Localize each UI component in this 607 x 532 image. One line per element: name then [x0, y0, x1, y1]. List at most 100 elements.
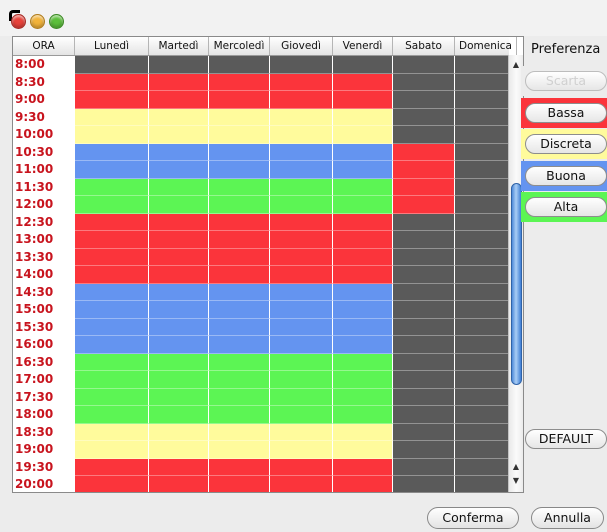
schedule-cell[interactable] — [333, 283, 393, 301]
scroll-up-arrow-icon[interactable]: ▲ — [511, 461, 521, 473]
schedule-cell[interactable] — [209, 108, 270, 126]
schedule-cell[interactable] — [209, 213, 270, 231]
schedule-cell[interactable] — [333, 196, 393, 214]
schedule-cell[interactable] — [393, 371, 455, 389]
schedule-cell[interactable] — [209, 231, 270, 249]
schedule-cell[interactable] — [209, 161, 270, 179]
schedule-cell[interactable] — [333, 91, 393, 109]
schedule-cell[interactable] — [333, 213, 393, 231]
schedule-cell[interactable] — [149, 108, 209, 126]
schedule-cell[interactable] — [393, 91, 455, 109]
schedule-cell[interactable] — [75, 336, 149, 354]
schedule-cell[interactable] — [149, 213, 209, 231]
scroll-up-arrow-icon[interactable]: ▲ — [511, 59, 521, 71]
schedule-cell[interactable] — [333, 458, 393, 476]
schedule-cell[interactable] — [209, 283, 270, 301]
schedule-cell[interactable] — [270, 388, 333, 406]
schedule-cell[interactable] — [149, 231, 209, 249]
schedule-cell[interactable] — [209, 73, 270, 91]
schedule-cell[interactable] — [393, 126, 455, 144]
schedule-cell[interactable] — [149, 178, 209, 196]
schedule-cell[interactable] — [75, 458, 149, 476]
preference-button-4[interactable]: Alta — [525, 197, 607, 217]
schedule-cell[interactable] — [149, 161, 209, 179]
schedule-cell[interactable] — [75, 73, 149, 91]
schedule-cell[interactable] — [209, 371, 270, 389]
schedule-cell[interactable] — [149, 336, 209, 354]
preference-button-3[interactable]: Buona — [525, 165, 607, 186]
schedule-cell[interactable] — [393, 178, 455, 196]
schedule-cell[interactable] — [209, 196, 270, 214]
schedule-cell[interactable] — [75, 91, 149, 109]
schedule-cell[interactable] — [149, 126, 209, 144]
schedule-cell[interactable] — [75, 196, 149, 214]
preference-button-0[interactable]: Scarta — [525, 71, 607, 91]
schedule-cell[interactable] — [393, 143, 455, 161]
preference-button-2[interactable]: Discreta — [525, 134, 607, 154]
schedule-cell[interactable] — [75, 353, 149, 371]
schedule-cell[interactable] — [393, 213, 455, 231]
schedule-cell[interactable] — [149, 196, 209, 214]
schedule-cell[interactable] — [270, 353, 333, 371]
schedule-cell[interactable] — [270, 126, 333, 144]
schedule-cell[interactable] — [149, 266, 209, 284]
schedule-cell[interactable] — [149, 441, 209, 459]
schedule-cell[interactable] — [149, 73, 209, 91]
schedule-cell[interactable] — [149, 406, 209, 424]
schedule-cell[interactable] — [75, 423, 149, 441]
schedule-cell[interactable] — [149, 56, 209, 74]
schedule-cell[interactable] — [209, 441, 270, 459]
schedule-cell[interactable] — [75, 318, 149, 336]
schedule-cell[interactable] — [75, 161, 149, 179]
schedule-cell[interactable] — [333, 231, 393, 249]
schedule-cell[interactable] — [270, 56, 333, 74]
column-header-4[interactable]: Giovedì — [270, 37, 333, 55]
schedule-cell[interactable] — [333, 406, 393, 424]
column-header-6[interactable]: Sabato — [393, 37, 455, 55]
column-header-2[interactable]: Martedì — [149, 37, 209, 55]
schedule-cell[interactable] — [270, 406, 333, 424]
schedule-cell[interactable] — [149, 353, 209, 371]
schedule-cell[interactable] — [149, 301, 209, 319]
schedule-cell[interactable] — [333, 423, 393, 441]
schedule-cell[interactable] — [209, 266, 270, 284]
schedule-cell[interactable] — [270, 231, 333, 249]
zoom-window-icon[interactable] — [49, 14, 64, 29]
column-header-7[interactable]: Domenica — [455, 37, 517, 55]
schedule-cell[interactable] — [333, 126, 393, 144]
close-window-icon[interactable] — [11, 14, 26, 29]
schedule-cell[interactable] — [149, 476, 209, 492]
schedule-cell[interactable] — [393, 318, 455, 336]
schedule-cell[interactable] — [270, 108, 333, 126]
schedule-cell[interactable] — [270, 423, 333, 441]
schedule-cell[interactable] — [270, 161, 333, 179]
schedule-cell[interactable] — [393, 476, 455, 492]
schedule-cell[interactable] — [270, 248, 333, 266]
schedule-cell[interactable] — [333, 266, 393, 284]
schedule-cell[interactable] — [149, 458, 209, 476]
schedule-cell[interactable] — [75, 231, 149, 249]
schedule-cell[interactable] — [209, 353, 270, 371]
schedule-cell[interactable] — [333, 143, 393, 161]
schedule-cell[interactable] — [75, 371, 149, 389]
schedule-cell[interactable] — [149, 143, 209, 161]
schedule-cell[interactable] — [393, 248, 455, 266]
column-header-5[interactable]: Venerdì — [333, 37, 393, 55]
schedule-cell[interactable] — [333, 108, 393, 126]
schedule-cell[interactable] — [333, 388, 393, 406]
schedule-cell[interactable] — [75, 143, 149, 161]
schedule-cell[interactable] — [270, 73, 333, 91]
schedule-cell[interactable] — [149, 283, 209, 301]
schedule-cell[interactable] — [393, 336, 455, 354]
schedule-cell[interactable] — [270, 196, 333, 214]
column-header-3[interactable]: Mercoledì — [209, 37, 270, 55]
schedule-cell[interactable] — [333, 476, 393, 492]
schedule-cell[interactable] — [270, 441, 333, 459]
default-button[interactable]: DEFAULT — [525, 429, 607, 449]
schedule-cell[interactable] — [75, 283, 149, 301]
schedule-cell[interactable] — [75, 266, 149, 284]
schedule-cell[interactable] — [209, 406, 270, 424]
schedule-cell[interactable] — [75, 441, 149, 459]
schedule-cell[interactable] — [209, 143, 270, 161]
schedule-cell[interactable] — [209, 388, 270, 406]
